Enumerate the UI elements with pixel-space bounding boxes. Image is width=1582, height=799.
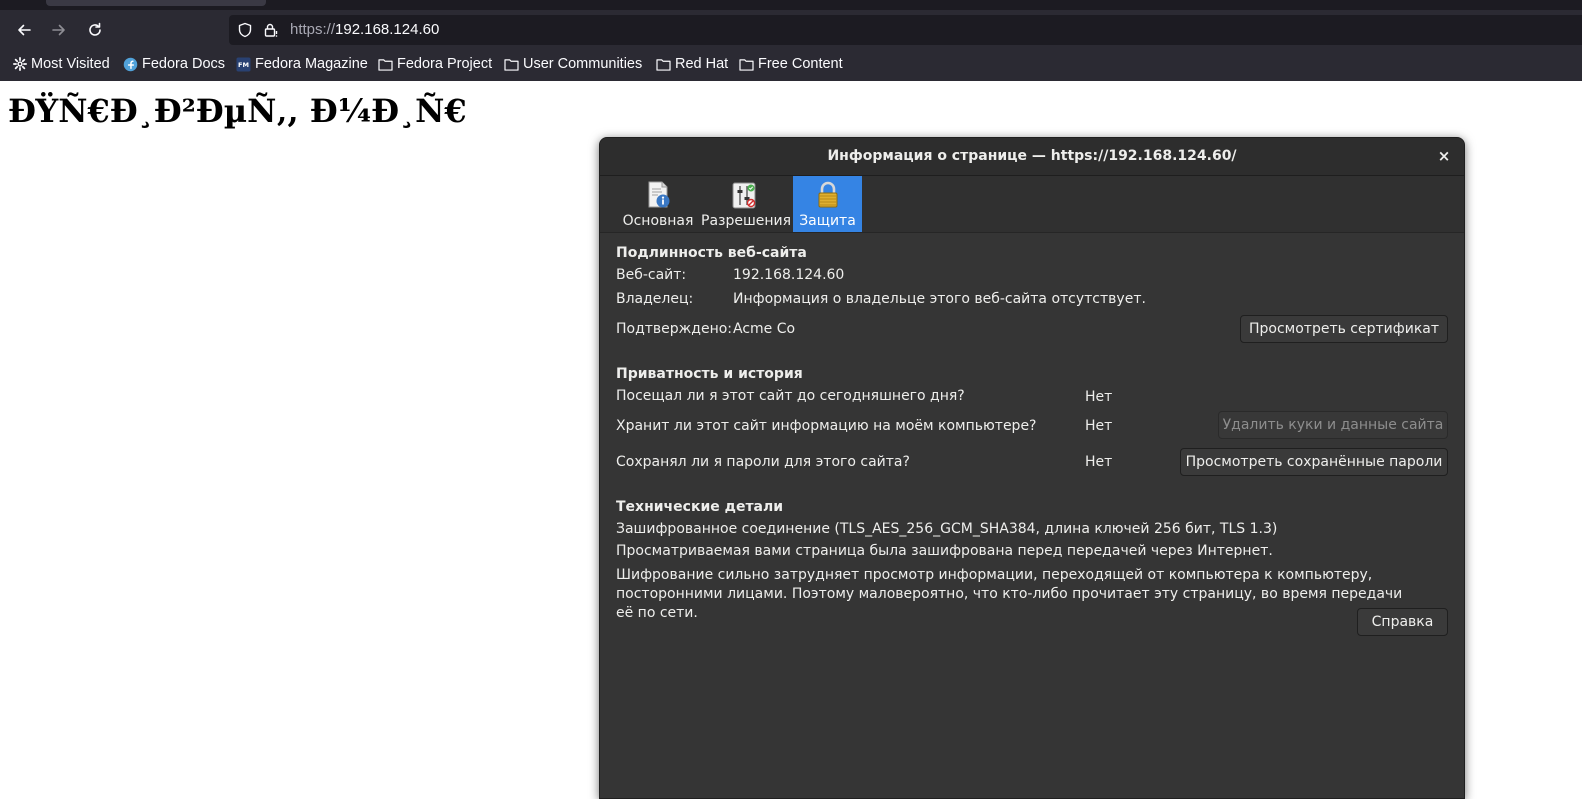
owner-label: Владелец: [616,291,694,307]
url-host: 192.168.124.60 [335,21,440,38]
dialog-title: Информация о странице — https://192.168.… [827,148,1237,164]
bookmark-label: Fedora Magazine [255,56,368,72]
bookmark-free-content[interactable]: Free Content [739,56,843,72]
bookmark-fedora-magazine[interactable]: FM Fedora Magazine [236,56,368,72]
bookmark-label: Fedora Project [397,56,493,72]
tech-line-1: Зашифрованное соединение (TLS_AES_256_GC… [616,521,1278,537]
verified-label: Подтверждено: [616,321,733,337]
bookmark-most-visited[interactable]: Most Visited [12,56,110,72]
help-button[interactable]: Справка [1357,608,1448,636]
tab-label: Разрешения [701,213,792,229]
privacy-header: Приватность и история [616,366,803,382]
arrow-left-icon [18,24,31,36]
identity-header: Подлинность веб-сайта [616,245,807,261]
stores-answer: Нет [1085,418,1113,434]
bookmark-label: Fedora Docs [142,56,226,72]
tech-line-2: Просматриваемая вами страница была зашиф… [616,543,1273,559]
tab-general[interactable]: Основная [613,176,703,232]
website-value: 192.168.124.60 [733,267,845,283]
bookmark-label: Free Content [758,56,843,72]
reload-icon [89,22,101,36]
tab-strip [0,0,1582,10]
browser-chrome: https://192.168.124.60 Most Visited Fedo… [0,0,1582,81]
verified-value: Acme Co [733,321,796,337]
bookmark-label: Red Hat [675,56,729,72]
close-button[interactable]: × [1434,146,1454,166]
view-certificate-button[interactable]: Просмотреть сертификат [1240,315,1448,343]
clear-cookies-button[interactable]: Удалить куки и данные сайта [1218,411,1448,439]
folder-icon [378,57,393,72]
stores-question: Хранит ли этот сайт информацию на моём к… [616,418,1037,434]
tab-permissions[interactable]: Разрешения [701,176,792,232]
close-icon: × [1437,147,1451,165]
lock-warning-icon[interactable] [263,22,279,38]
technical-header: Технические детали [616,499,784,515]
fm-icon: FM [236,56,251,72]
page-heading: ÐŸÑ€Ð¸Ð²ÐµÑ‚, Ð¼Ð¸Ñ€ [8,92,467,130]
folder-icon [656,57,671,72]
back-button[interactable] [12,18,36,42]
fedora-icon [123,57,138,72]
dialog-tab-bar: Основная Разрешения Защита [600,176,1464,233]
owner-value: Информация о владельце этого веб-сайта о… [733,291,1146,307]
website-label: Веб-сайт: [616,267,687,283]
visited-answer: Нет [1085,389,1113,405]
arrow-right-icon [52,24,65,36]
bookmark-user-communities[interactable]: User Communities [504,56,642,72]
view-saved-passwords-button[interactable]: Просмотреть сохранённые пароли [1180,448,1448,476]
page-info-dialog: Информация о странице — https://192.168.… [599,137,1465,799]
tracking-shield-icon[interactable] [237,22,253,38]
reload-button[interactable] [83,18,107,42]
bookmark-label: User Communities [523,56,643,72]
url-text[interactable]: https://192.168.124.60 [290,21,439,38]
passwords-question: Сохранял ли я пароли для этого сайта? [616,454,910,470]
gear-icon [12,57,27,72]
passwords-answer: Нет [1085,454,1113,470]
bookmark-fedora-project[interactable]: Fedora Project [378,56,492,72]
bookmarks-toolbar: Most Visited Fedora Docs FM Fedora Magaz… [0,52,1582,78]
tab-label: Защита [799,213,856,229]
browser-tab[interactable] [46,0,266,6]
tab-security[interactable]: Защита [793,176,862,232]
tech-line-3: Шифрование сильно затрудняет просмотр ин… [616,567,1403,621]
visited-question: Посещал ли я этот сайт до сегодняшнего д… [616,388,965,404]
url-bar[interactable]: https://192.168.124.60 [229,15,1582,45]
folder-icon [739,57,754,72]
info-icon [648,181,670,208]
bookmark-fedora-docs[interactable]: Fedora Docs [123,56,225,72]
dialog-titlebar[interactable]: Информация о странице — https://192.168.… [600,138,1464,176]
bookmark-red-hat[interactable]: Red Hat [656,56,728,72]
permissions-icon [732,182,756,209]
url-scheme: https:// [290,21,336,38]
bookmark-label: Most Visited [31,56,110,72]
forward-button[interactable] [47,18,71,42]
tab-label: Основная [622,213,694,229]
svg-text:FM: FM [238,60,249,68]
folder-icon [504,57,519,72]
padlock-icon [818,181,837,208]
